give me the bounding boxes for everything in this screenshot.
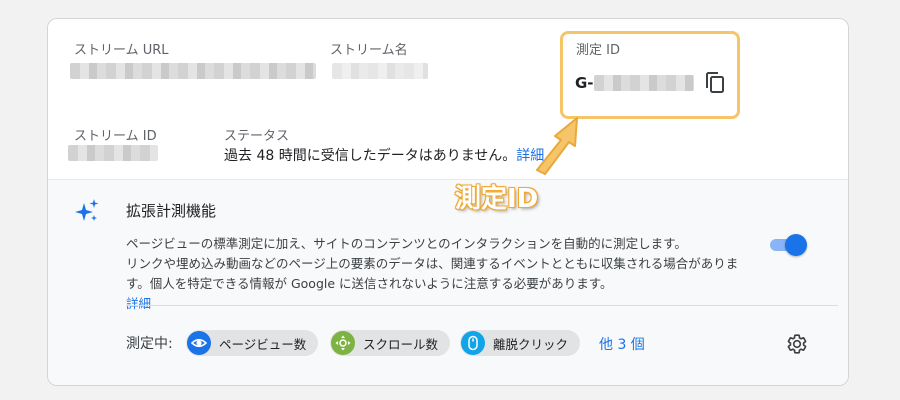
status-text: 過去 48 時間に受信したデータはありません。詳細	[224, 145, 544, 165]
data-stream-card: ストリーム URL ストリーム名 測定 ID G- ストリーム ID ステータス…	[47, 18, 849, 386]
measuring-label: 測定中:	[126, 336, 173, 352]
status-message: 過去 48 時間に受信したデータはありません。	[224, 148, 517, 164]
annotation-label: 測定ID	[454, 183, 539, 215]
sparkle-icon	[74, 198, 100, 224]
chip-outbound-clicks[interactable]: 離脱クリック	[460, 330, 581, 356]
chip-scrolls-label: スクロール数	[363, 336, 439, 352]
status-label: ステータス	[224, 129, 290, 144]
scroll-target-icon	[331, 331, 355, 355]
stream-name-value-redacted	[332, 63, 428, 79]
measurement-id-value[interactable]: G-	[575, 74, 594, 92]
stream-name-label: ストリーム名	[330, 43, 408, 58]
chip-scrolls[interactable]: スクロール数	[330, 330, 451, 356]
toggle-thumb	[785, 234, 807, 256]
stream-url-label: ストリーム URL	[74, 43, 169, 58]
chip-page-views-label: ページビュー数	[219, 336, 307, 352]
chip-outbound-clicks-label: 離脱クリック	[493, 336, 569, 352]
divider	[126, 305, 838, 306]
enhanced-measurement-section: 拡張計測機能 ページビューの標準測定に加え、サイトのコンテンツとのインタラクショ…	[48, 179, 848, 385]
stream-id-value-redacted	[68, 145, 158, 161]
enhanced-measurement-toggle[interactable]	[766, 234, 808, 256]
description-line-3: す。個人を特定できる情報が Google に送信されないように注意する必要があり…	[126, 274, 766, 314]
copy-icon[interactable]	[704, 71, 726, 95]
enhanced-measurement-title: 拡張計測機能	[126, 202, 217, 220]
measurement-id-label: 測定 ID	[576, 43, 620, 58]
eye-icon	[187, 331, 211, 355]
stream-url-value-redacted	[70, 63, 316, 79]
measurement-id-value-redacted	[594, 75, 694, 91]
mouse-icon	[461, 331, 485, 355]
gear-icon[interactable]	[786, 333, 808, 355]
more-events-link[interactable]: 他 3 個	[599, 334, 645, 354]
description-details-link[interactable]: 詳細	[126, 294, 766, 314]
description-line-1: ページビューの標準測定に加え、サイトのコンテンツとのインタラクションを自動的に測…	[126, 236, 687, 251]
enhanced-measurement-description: ページビューの標準測定に加え、サイトのコンテンツとのインタラクションを自動的に測…	[126, 234, 766, 314]
measurement-id-prefix: G-	[575, 74, 594, 92]
description-line-2: リンクや埋め込み動画などのページ上の要素のデータは、関連するイベントとともに収集…	[126, 256, 739, 271]
stream-details-section: ストリーム URL ストリーム名 測定 ID G- ストリーム ID ステータス…	[48, 19, 848, 179]
annotation-arrow-icon	[525, 110, 595, 180]
stream-id-label: ストリーム ID	[74, 129, 157, 144]
description-line-3-text: す。個人を特定できる情報が Google に送信されないように注意する必要があり…	[126, 276, 613, 291]
chip-page-views[interactable]: ページビュー数	[186, 330, 319, 356]
